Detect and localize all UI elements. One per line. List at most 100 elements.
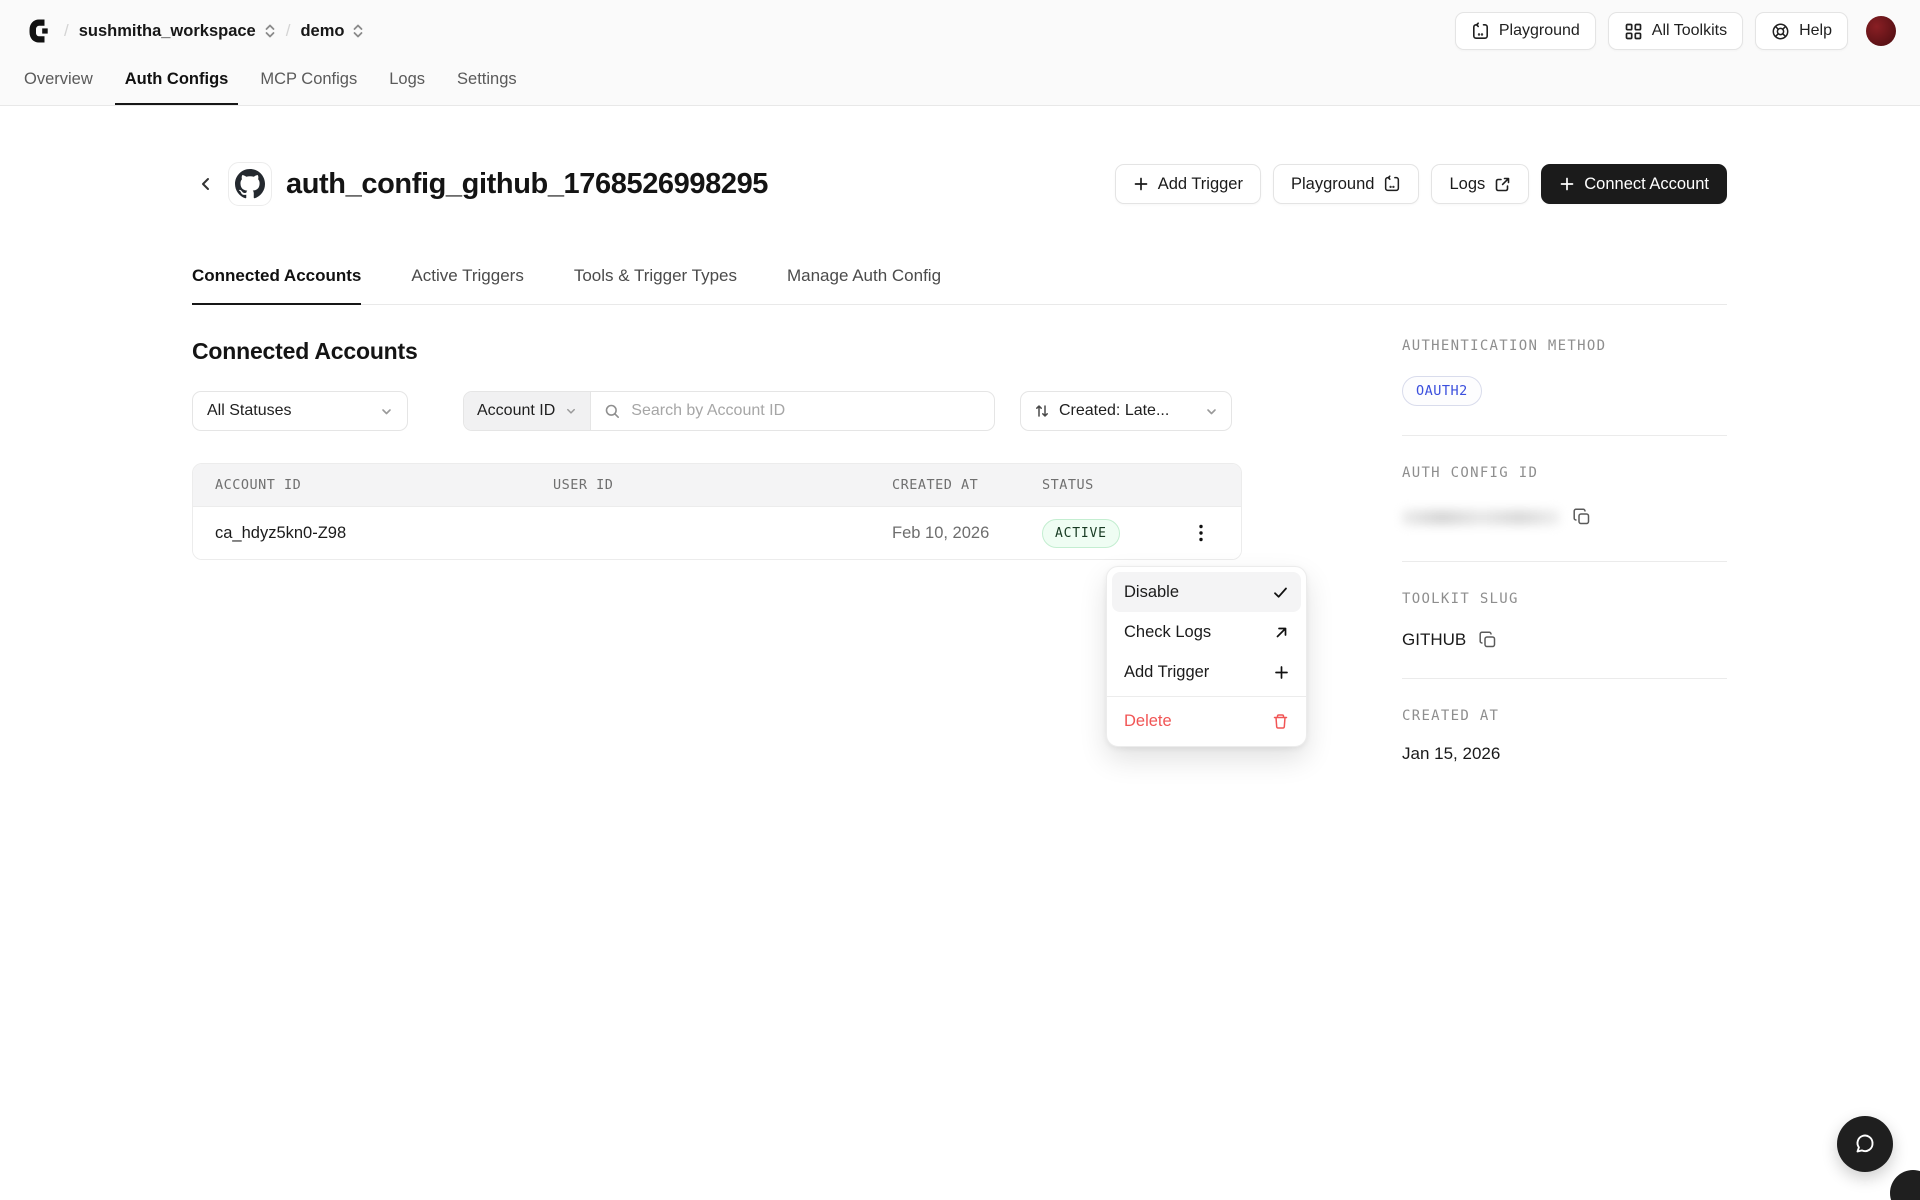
chat-fab-button[interactable] xyxy=(1837,1116,1893,1172)
menu-item-delete[interactable]: Delete xyxy=(1112,701,1301,741)
search-field-dropdown[interactable]: Account ID xyxy=(464,392,591,430)
check-logs-label: Check Logs xyxy=(1124,623,1211,642)
status-badge: ACTIVE xyxy=(1042,519,1120,548)
breadcrumb-separator: / xyxy=(286,21,291,41)
auth-method-badge: OAUTH2 xyxy=(1402,376,1482,406)
plus-icon xyxy=(1133,176,1149,192)
tab-tools-trigger-types[interactable]: Tools & Trigger Types xyxy=(574,266,737,305)
sort-value: Created: Late... xyxy=(1059,402,1169,420)
table-row[interactable]: ca_hdyz5kn0-Z98 Feb 10, 2026 ACTIVE xyxy=(193,506,1241,559)
accounts-table: ACCOUNT ID USER ID CREATED AT STATUS ca_… xyxy=(192,463,1242,560)
plus-icon xyxy=(1559,176,1575,192)
workspace-name: sushmitha_workspace xyxy=(79,22,256,41)
page-title-row: auth_config_github_1768526998295 Add Tri… xyxy=(192,162,1727,206)
trash-icon xyxy=(1272,713,1289,730)
created-at-value: Jan 15, 2026 xyxy=(1402,744,1500,764)
cell-created-at: Feb 10, 2026 xyxy=(892,524,1042,543)
toolkit-slug-label: TOOLKIT SLUG xyxy=(1402,591,1727,607)
help-lifebuoy-icon xyxy=(1771,22,1790,41)
sort-arrows-icon xyxy=(1034,403,1050,419)
chevron-down-icon xyxy=(565,405,577,417)
divider xyxy=(1402,435,1727,436)
corner-widget[interactable] xyxy=(1890,1170,1920,1200)
copy-icon[interactable] xyxy=(1572,507,1592,527)
project-name: demo xyxy=(300,22,344,41)
connect-account-button[interactable]: Connect Account xyxy=(1541,164,1727,204)
back-button[interactable] xyxy=(192,170,220,198)
page-title: auth_config_github_1768526998295 xyxy=(286,168,768,201)
chevron-updown-icon xyxy=(264,23,276,39)
help-label: Help xyxy=(1799,22,1832,40)
playground-page-button[interactable]: Playground xyxy=(1273,164,1419,204)
chevron-updown-icon xyxy=(352,23,364,39)
nav-tab-logs[interactable]: Logs xyxy=(379,62,435,105)
col-account-id: ACCOUNT ID xyxy=(215,477,553,493)
playground-button[interactable]: Playground xyxy=(1455,12,1596,50)
add-trigger-button[interactable]: Add Trigger xyxy=(1115,164,1261,204)
tab-connected-accounts[interactable]: Connected Accounts xyxy=(192,266,361,305)
nav-tab-auth-configs[interactable]: Auth Configs xyxy=(115,62,239,105)
row-menu-button[interactable] xyxy=(1185,517,1217,549)
col-created-at: CREATED AT xyxy=(892,477,1042,493)
table-header-row: ACCOUNT ID USER ID CREATED AT STATUS xyxy=(193,464,1241,506)
status-filter-dropdown[interactable]: All Statuses xyxy=(192,391,408,431)
col-status: STATUS xyxy=(1042,477,1185,493)
menu-item-check-logs[interactable]: Check Logs xyxy=(1112,612,1301,652)
help-button[interactable]: Help xyxy=(1755,12,1848,50)
nav-tab-overview[interactable]: Overview xyxy=(14,62,103,105)
external-link-icon xyxy=(1494,176,1511,193)
logs-label: Logs xyxy=(1449,175,1485,194)
nav-tab-settings[interactable]: Settings xyxy=(447,62,527,105)
detail-tabs: Connected Accounts Active Triggers Tools… xyxy=(192,266,1727,305)
copy-icon[interactable] xyxy=(1478,630,1498,650)
toolkit-slug-value: GITHUB xyxy=(1402,630,1466,650)
content-grid: Connected Accounts All Statuses Account … xyxy=(192,338,1727,764)
row-context-menu: Disable Check Logs Add Trigger Delete xyxy=(1106,566,1307,747)
logs-button[interactable]: Logs xyxy=(1431,164,1529,204)
add-trigger-label: Add Trigger xyxy=(1158,175,1243,194)
breadcrumb-separator: / xyxy=(64,21,69,41)
header-top: / sushmitha_workspace / demo Playgroun xyxy=(0,0,1920,62)
all-toolkits-button[interactable]: All Toolkits xyxy=(1608,12,1743,50)
search-combo: Account ID xyxy=(463,391,995,431)
section-heading: Connected Accounts xyxy=(192,338,1242,365)
header-actions: Playground All Toolkits Help xyxy=(1455,12,1896,50)
col-user-id: USER ID xyxy=(553,477,892,493)
workspace-selector[interactable]: sushmitha_workspace xyxy=(79,22,276,41)
connect-account-label: Connect Account xyxy=(1584,175,1709,194)
search-input[interactable] xyxy=(631,402,981,420)
composio-logo-icon[interactable] xyxy=(24,16,54,46)
auth-config-id-blurred xyxy=(1402,510,1560,525)
main-nav: Overview Auth Configs MCP Configs Logs S… xyxy=(0,62,1920,105)
breadcrumb: / sushmitha_workspace / demo xyxy=(24,16,364,46)
sort-dropdown[interactable]: Created: Late... xyxy=(1020,391,1232,431)
app-header: / sushmitha_workspace / demo Playgroun xyxy=(0,0,1920,106)
menu-divider xyxy=(1107,696,1306,697)
playground-label: Playground xyxy=(1499,22,1580,40)
add-trigger-menu-label: Add Trigger xyxy=(1124,663,1209,682)
details-sidebar: AUTHENTICATION METHOD OAUTH2 AUTH CONFIG… xyxy=(1402,338,1727,764)
arrow-up-right-icon xyxy=(1274,625,1289,640)
chevron-down-icon xyxy=(380,405,393,418)
menu-item-add-trigger[interactable]: Add Trigger xyxy=(1112,652,1301,692)
plus-icon xyxy=(1274,665,1289,680)
chevron-down-icon xyxy=(1205,405,1218,418)
tab-manage-auth-config[interactable]: Manage Auth Config xyxy=(787,266,941,305)
nav-tab-mcp-configs[interactable]: MCP Configs xyxy=(250,62,367,105)
auth-config-id-label: AUTH CONFIG ID xyxy=(1402,465,1727,481)
page-actions: Add Trigger Playground Logs Connect Acco… xyxy=(1115,164,1727,204)
github-toolkit-icon xyxy=(228,162,272,206)
cell-account-id: ca_hdyz5kn0-Z98 xyxy=(215,524,553,543)
search-field-value: Account ID xyxy=(477,402,555,420)
menu-item-disable[interactable]: Disable xyxy=(1112,572,1301,612)
connected-accounts-section: Connected Accounts All Statuses Account … xyxy=(192,338,1242,764)
status-filter-value: All Statuses xyxy=(207,402,291,420)
user-avatar[interactable] xyxy=(1866,16,1896,46)
tab-active-triggers[interactable]: Active Triggers xyxy=(411,266,523,305)
divider xyxy=(1402,678,1727,679)
search-icon xyxy=(604,403,621,420)
search-input-wrap xyxy=(591,392,994,430)
playground-icon xyxy=(1383,175,1401,193)
project-selector[interactable]: demo xyxy=(300,22,364,41)
chat-bubble-icon xyxy=(1852,1131,1878,1157)
